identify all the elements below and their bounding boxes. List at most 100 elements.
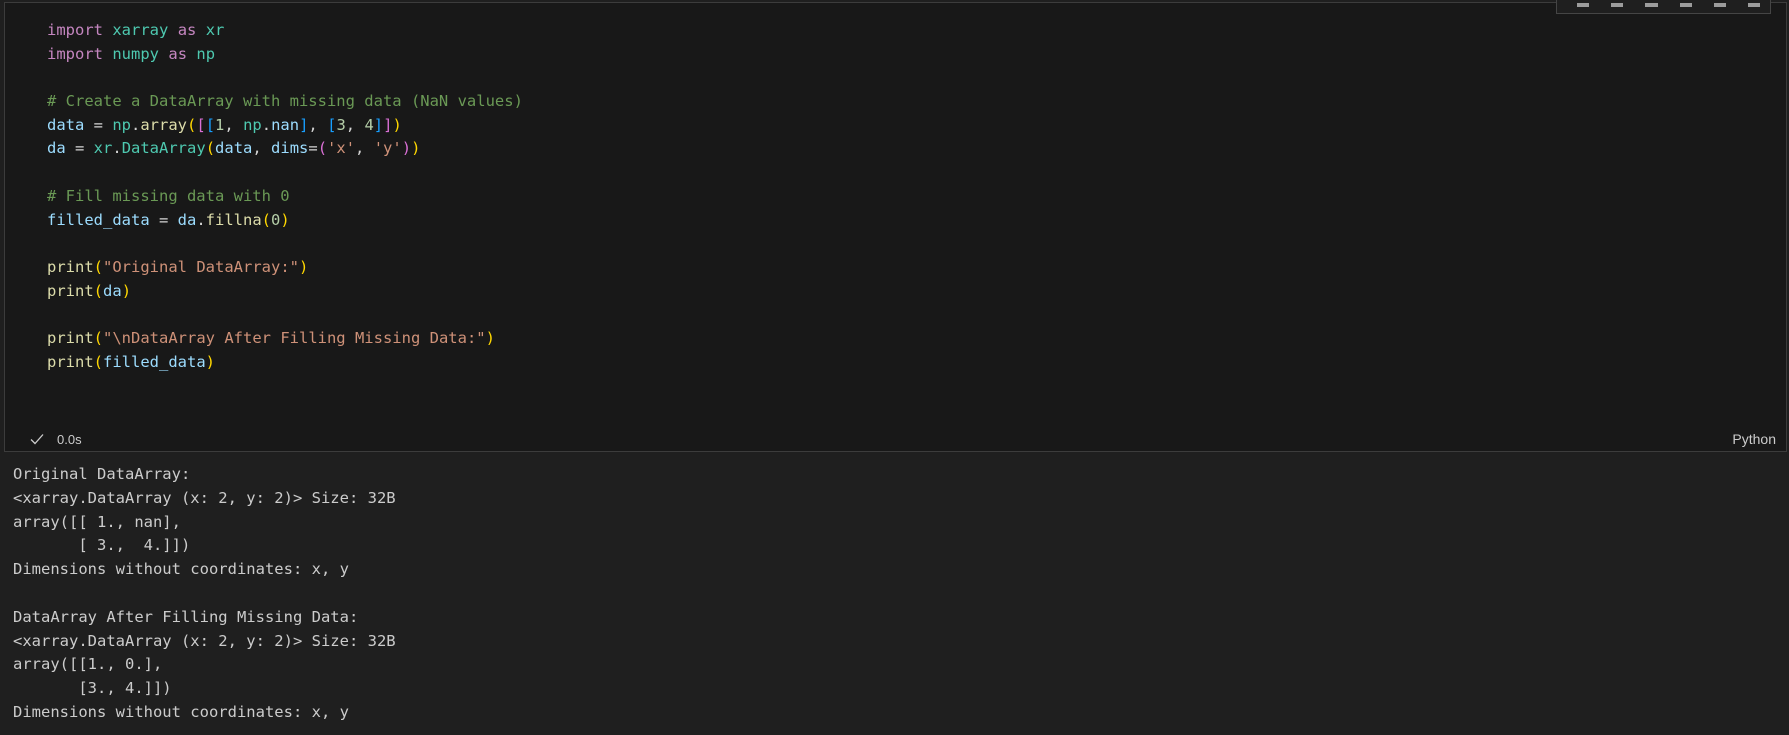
code-line: import xarray as xr: [47, 19, 523, 43]
code-token: np: [112, 115, 131, 134]
code-token: 4: [364, 115, 374, 134]
run-by-line-icon[interactable]: [1577, 3, 1590, 7]
code-token: data: [47, 115, 85, 134]
code-token: import: [47, 44, 103, 63]
output-line: Dimensions without coordinates: x, y: [13, 560, 349, 579]
code-token: da: [47, 139, 66, 158]
code-token: array: [140, 115, 188, 134]
code-token: print: [47, 328, 94, 347]
code-token: ): [298, 257, 309, 276]
code-line: print("Original DataArray:"): [47, 256, 523, 280]
code-token: (: [93, 328, 104, 347]
code-token: ,: [308, 115, 328, 134]
code-token: (: [93, 352, 104, 371]
code-token: .: [112, 139, 122, 158]
code-token: # Create a DataArray with missing data (…: [47, 92, 523, 111]
code-token: ,: [224, 115, 244, 134]
output-line: <xarray.DataArray (x: 2, y: 2)> Size: 32…: [13, 631, 396, 650]
code-token: 3: [336, 115, 346, 134]
execute-below-icon[interactable]: [1645, 3, 1658, 7]
code-token: .: [131, 115, 141, 134]
code-token: .: [196, 210, 206, 229]
code-token: da: [103, 281, 122, 300]
output-line: [3., 4.]]): [13, 679, 172, 698]
code-token: "\nDataArray After Filling Missing Data:…: [103, 328, 486, 347]
code-token: as: [177, 21, 197, 39]
code-token: [: [196, 115, 206, 134]
code-line: print("\nDataArray After Filling Missing…: [47, 327, 523, 351]
code-token: ): [411, 139, 421, 158]
cell-output: Original DataArray: <xarray.DataArray (x:…: [13, 463, 396, 725]
execution-time: 0.0s: [57, 431, 82, 447]
output-line: Dimensions without coordinates: x, y: [13, 702, 349, 721]
code-token: (: [187, 115, 197, 134]
output-line: [ 3., 4.]]): [13, 536, 191, 555]
code-token: import: [47, 21, 103, 39]
code-token: filled_data: [47, 210, 150, 229]
code-token: ): [121, 281, 132, 300]
code-editor[interactable]: import xarray as xr import numpy as np # …: [47, 19, 523, 374]
more-icon[interactable]: [1713, 3, 1726, 7]
code-token: 0: [271, 210, 281, 229]
delete-icon[interactable]: [1747, 3, 1761, 7]
code-token: xr: [93, 139, 113, 158]
check-icon: [30, 434, 44, 445]
cell-toolbar: [1556, 0, 1771, 14]
code-token: ]: [373, 115, 384, 134]
code-token: 'y': [373, 139, 402, 158]
code-line: print(filled_data): [47, 351, 523, 375]
code-token: as: [168, 44, 188, 63]
split-cell-icon[interactable]: [1679, 3, 1692, 7]
code-token: 'x': [327, 139, 356, 158]
code-token: =: [308, 139, 318, 158]
code-token: =: [84, 115, 113, 134]
code-token: np: [196, 44, 216, 63]
code-line: import numpy as np: [47, 43, 523, 67]
code-token: filled_data: [103, 352, 206, 371]
code-token: "Original DataArray:": [103, 257, 299, 276]
code-token: xarray: [112, 21, 169, 39]
code-token: # Fill missing data with 0: [47, 186, 290, 205]
execution-status: 0.0s: [29, 431, 82, 447]
code-token: da: [177, 210, 197, 229]
code-token: (: [93, 281, 104, 300]
language-selector[interactable]: Python: [1732, 431, 1776, 447]
output-line: array([[1., 0.],: [13, 655, 163, 674]
code-cell[interactable]: import xarray as xr import numpy as np # …: [4, 0, 1787, 452]
code-token: nan: [271, 115, 300, 134]
code-token: dims: [271, 139, 309, 158]
code-token: ): [401, 139, 412, 158]
code-token: np: [243, 115, 262, 134]
code-token: .: [261, 115, 272, 134]
code-token: ): [280, 210, 290, 229]
code-line: filled_data = da.fillna(0): [47, 209, 523, 233]
execute-above-icon[interactable]: [1611, 3, 1624, 7]
code-token: [: [205, 115, 216, 134]
code-token: (: [261, 210, 272, 229]
code-line: da = xr.DataArray(data, dims=('x', 'y')): [47, 137, 523, 161]
code-token: ,: [252, 139, 272, 158]
output-line: <xarray.DataArray (x: 2, y: 2)> Size: 32…: [13, 488, 396, 507]
code-token: numpy: [112, 44, 160, 63]
code-token: xr: [205, 21, 225, 39]
code-token: print: [47, 352, 94, 371]
output-line: Original DataArray:: [13, 465, 191, 483]
output-line: DataArray After Filling Missing Data:: [13, 607, 359, 626]
code-token: 1: [215, 115, 225, 134]
code-token: data: [215, 139, 253, 158]
code-token: DataArray: [121, 139, 206, 158]
code-token: ): [485, 328, 495, 347]
code-token: ,: [355, 139, 374, 158]
code-token: print: [47, 281, 94, 300]
code-line: data = np.array([[1, np.nan], [3, 4]]): [47, 114, 523, 138]
code-token: =: [65, 139, 94, 158]
code-token: =: [149, 210, 178, 229]
output-line: array([[ 1., nan],: [13, 512, 181, 531]
